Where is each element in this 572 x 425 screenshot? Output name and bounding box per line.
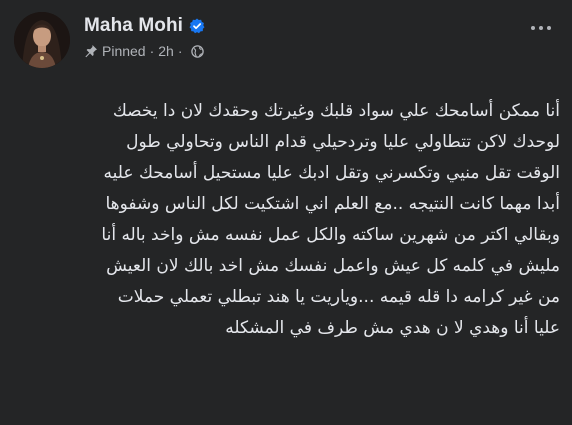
post-text-line: مليش في كلمه كل عيش واعمل نفسك مش اخد با…: [106, 256, 560, 276]
post-text-line: الوقت تقل منيي وتكسرني وتقل ادبك عليا مس…: [103, 163, 560, 183]
post-text-line: لوحدك لاكن تتطاولي عليا وتردحيلي قدام ال…: [126, 132, 560, 152]
post-meta: Pinned · 2h ·: [84, 42, 204, 60]
author-avatar[interactable]: [14, 12, 70, 68]
post-text-line: وبقالي اكتر من شهرين ساكته والكل عمل نفس…: [101, 225, 560, 245]
post-text-line: عليا أنا وهدي لا ن هدي مش طرف في المشكله: [225, 318, 560, 338]
facebook-post: Maha Mohi Pinned · 2h · أنا ممكن أسامحك …: [0, 0, 572, 425]
pin-icon: [84, 44, 98, 58]
post-header: Maha Mohi Pinned · 2h ·: [14, 8, 558, 68]
post-text: أنا ممكن أسامحك علي سواد قلبك وغيرتك وحق…: [12, 96, 560, 344]
meta-separator: ·: [149, 43, 155, 59]
author-row: Maha Mohi: [84, 14, 205, 38]
post-text-line: أبدا مهما كانت النتيجه ..مع العلم اني اش…: [105, 194, 561, 214]
post-text-line: أنا ممكن أسامحك علي سواد قلبك وغيرتك وحق…: [112, 101, 560, 121]
globe-icon[interactable]: [190, 44, 204, 58]
more-options-icon[interactable]: [526, 18, 556, 38]
verified-badge-icon: [189, 18, 205, 34]
post-time[interactable]: 2h: [158, 43, 174, 59]
post-text-line: من غير كرامه دا قله قيمه ...وياريت يا هن…: [117, 287, 560, 307]
pinned-label: Pinned: [102, 43, 146, 59]
meta-separator-2: ·: [177, 43, 183, 59]
author-name[interactable]: Maha Mohi: [84, 15, 183, 37]
